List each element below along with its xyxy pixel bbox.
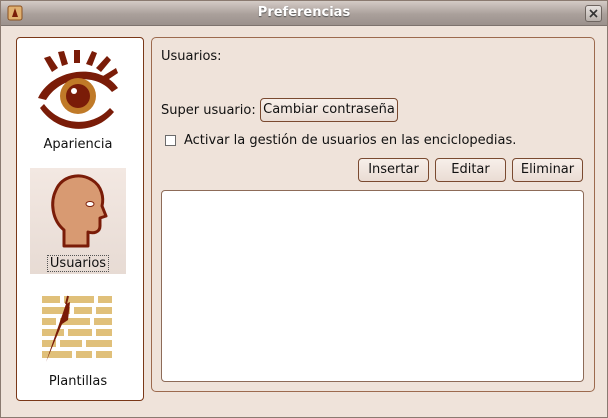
superuser-label: Super usuario: — [161, 103, 256, 118]
sidebar-item-usuarios[interactable]: Usuarios — [30, 168, 126, 274]
sidebar-item-label: Usuarios — [30, 255, 126, 272]
window-title: Preferencias — [257, 5, 351, 20]
panel-heading: Usuarios: — [161, 49, 222, 64]
enable-users-label: Activar la gestión de usuarios en las en… — [184, 133, 517, 148]
close-icon — [589, 9, 598, 18]
eye-icon — [38, 50, 118, 129]
title-bar[interactable]: Preferencias — [1, 1, 607, 26]
preferences-sidebar: Apariencia Usuarios Plantillas — [16, 37, 144, 401]
sidebar-item-label: Apariencia — [43, 137, 113, 152]
template-bricks-icon — [42, 295, 112, 362]
delete-button[interactable]: Eliminar — [512, 158, 583, 182]
sidebar-item-label: Plantillas — [48, 374, 108, 389]
close-button[interactable] — [585, 5, 602, 22]
sidebar-item-apariencia[interactable]: Apariencia — [30, 48, 126, 154]
user-head-icon — [51, 174, 108, 248]
insert-button[interactable]: Insertar — [358, 158, 429, 182]
enable-users-checkbox[interactable] — [165, 135, 176, 146]
preferences-window: Preferencias Apariencia Usuarios Plantil… — [0, 0, 608, 418]
sidebar-item-plantillas[interactable]: Plantillas — [30, 290, 126, 396]
users-list[interactable] — [161, 190, 584, 382]
users-panel: Usuarios: Super usuario: Cambiar contras… — [151, 37, 595, 392]
change-password-button[interactable]: Cambiar contraseña — [260, 98, 398, 122]
edit-button[interactable]: Editar — [435, 158, 506, 182]
